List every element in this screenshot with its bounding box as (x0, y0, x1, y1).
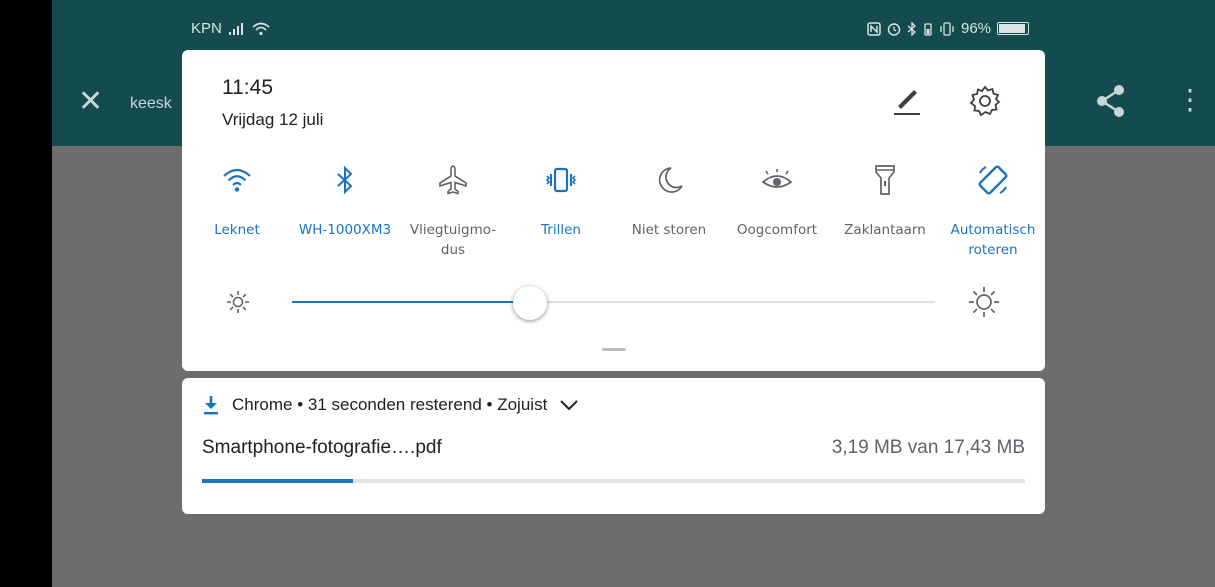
clock-date: Vrijdag 12 juli (222, 110, 324, 129)
flashlight-icon (875, 165, 895, 195)
left-black-bar (0, 0, 52, 587)
brightness-slider-thumb[interactable] (512, 286, 547, 320)
close-icon[interactable]: ✕ (78, 87, 103, 117)
status-bar: KPN 96% (52, 0, 1215, 44)
moon-icon (658, 167, 683, 193)
tile-wifi[interactable]: Leknet (182, 158, 292, 240)
tile-airplane-mode[interactable]: Vliegtuigmo- dus (398, 158, 508, 260)
tile-label: Zaklantaarn (844, 222, 926, 238)
eye-icon (761, 169, 793, 188)
airplane-icon (439, 165, 467, 195)
edit-pencil-icon[interactable] (890, 84, 924, 118)
tile-label: Niet storen (631, 222, 707, 238)
device-screen: KPN 96% ✕ keesk ⋮ 11:45 Vrijdag 12 juli … (52, 0, 1215, 587)
status-left: KPN (191, 20, 270, 37)
rotate-icon (978, 165, 1008, 195)
download-progress-track (202, 479, 1025, 483)
tile-label: Leknet (214, 222, 260, 238)
brightness-slider-fill (292, 301, 530, 303)
download-filename: Smartphone-fotografie….pdf (202, 437, 442, 458)
carrier-name: KPN (191, 20, 222, 37)
quick-settings-panel: 11:45 Vrijdag 12 juli Leknet WH-1000XM3 … (182, 50, 1045, 371)
notification-app: Chrome (232, 395, 293, 414)
app-title: keesk (130, 95, 172, 112)
brightness-high-icon (969, 287, 999, 317)
bluetooth-status-icon (907, 21, 916, 36)
tile-eye-comfort[interactable]: Oogcomfort (722, 158, 832, 240)
tile-label: Automatisch roteren (950, 222, 1036, 258)
vibrate-icon (545, 167, 577, 193)
wifi-status-icon (252, 22, 270, 35)
download-icon (204, 396, 218, 415)
vibrate-status-icon (940, 21, 954, 36)
battery-icon (997, 22, 1030, 35)
notification-header: Chrome • 31 seconden resterend • Zojuist (202, 395, 579, 415)
separator-dot: • (486, 395, 498, 414)
battery-percent: 96% (961, 20, 992, 37)
headset-battery-icon (924, 22, 932, 36)
tile-label: Oogcomfort (736, 222, 818, 238)
brightness-slider-track[interactable] (292, 301, 935, 303)
tile-auto-rotate[interactable]: Automatisch roteren (938, 158, 1048, 260)
share-icon[interactable] (1096, 84, 1126, 118)
notification-time-left: 31 seconden resterend (307, 395, 482, 414)
brightness-low-icon (227, 291, 249, 313)
download-size: 3,19 MB van 17,43 MB (831, 437, 1025, 458)
tile-bluetooth[interactable]: WH-1000XM3 (290, 158, 400, 240)
signal-icon (228, 22, 243, 35)
alarm-icon (887, 22, 901, 36)
panel-drag-handle[interactable] (602, 348, 626, 351)
tile-label: Vliegtuigmo- dus (409, 222, 497, 258)
download-notification[interactable]: Chrome • 31 seconden resterend • Zojuist… (182, 378, 1045, 514)
tile-vibrate[interactable]: Trillen (506, 158, 616, 240)
separator-dot: • (297, 395, 308, 414)
expand-chevron-icon[interactable] (559, 398, 579, 412)
download-progress-fill (202, 479, 353, 483)
tile-label: Trillen (541, 222, 581, 238)
clock-time: 11:45 (222, 76, 273, 99)
tile-flashlight[interactable]: Zaklantaarn (830, 158, 940, 240)
settings-gear-icon[interactable] (968, 84, 1002, 118)
notification-when: Zojuist (497, 395, 548, 414)
more-options-icon[interactable]: ⋮ (1176, 86, 1204, 114)
wifi-icon (223, 168, 251, 192)
bluetooth-icon (337, 165, 353, 195)
status-right: 96% (867, 20, 1030, 37)
tile-do-not-disturb[interactable]: Niet storen (614, 158, 724, 240)
nfc-icon (867, 21, 881, 36)
tile-label: WH-1000XM3 (298, 222, 392, 238)
